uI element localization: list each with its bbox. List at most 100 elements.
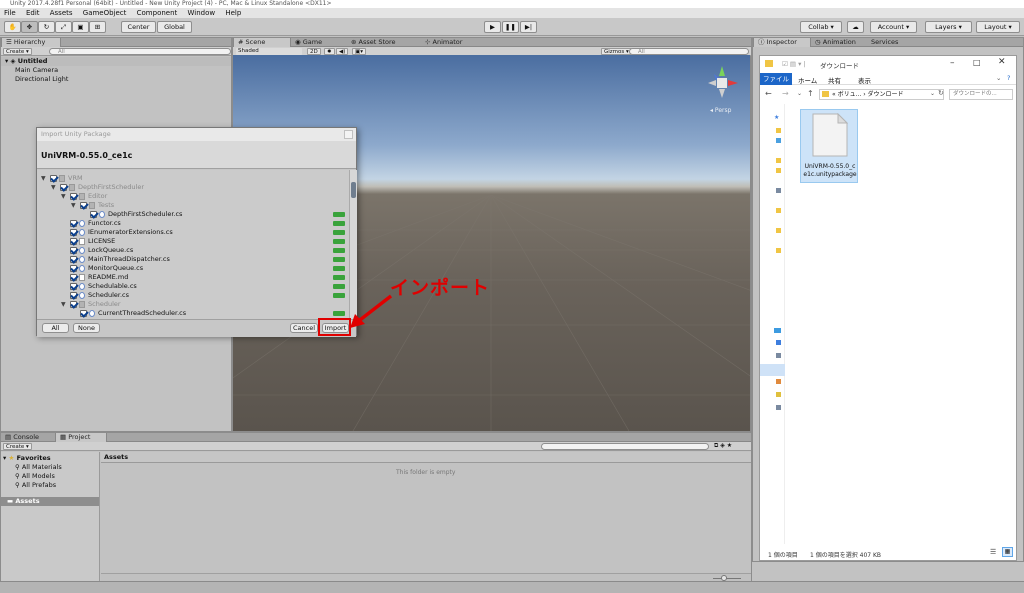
nav-folder-icon[interactable] [776, 405, 781, 410]
hand-tool-icon[interactable]: ✋ [4, 21, 21, 33]
explorer-search-input[interactable]: ダウンロードの... [949, 89, 1013, 100]
details-view-icon[interactable]: ☰ [990, 548, 996, 556]
tree-row[interactable]: IEnumeratorExtensions.cs [37, 228, 347, 237]
expand-arrow-icon[interactable]: ▼ [61, 192, 66, 201]
address-dropdown-icon[interactable]: ⌄ [930, 90, 935, 97]
zoom-slider[interactable] [713, 578, 741, 579]
tab-animation[interactable]: ◷ Animation [811, 38, 867, 47]
include-checkbox[interactable] [50, 175, 57, 182]
play-icon[interactable]: ▶ [484, 21, 501, 33]
tree-row[interactable]: ▼ Editor [37, 192, 347, 201]
step-icon[interactable]: ▶| [520, 21, 537, 33]
include-checkbox[interactable] [90, 211, 97, 218]
include-checkbox[interactable] [70, 238, 77, 245]
shading-mode-dropdown[interactable]: Shaded [236, 48, 302, 55]
include-checkbox[interactable] [70, 220, 77, 227]
refresh-icon[interactable]: ↻ [938, 89, 944, 97]
cloud-icon[interactable]: ☁ [847, 21, 864, 33]
nav-selected-item[interactable] [760, 364, 785, 376]
tree-row[interactable]: README.md [37, 273, 347, 282]
tree-row[interactable]: Scheduler.cs [37, 291, 347, 300]
gizmos-dropdown[interactable]: Gizmos ▾ [601, 48, 632, 55]
hierarchy-item-directional-light[interactable]: Directional Light [15, 75, 68, 83]
scene-gizmo-icon[interactable] [702, 62, 742, 102]
minimize-icon[interactable]: – [950, 58, 955, 68]
layers-dropdown[interactable]: Layers ▾ [925, 21, 972, 33]
effects-icon[interactable]: ▣▾ [352, 48, 366, 55]
maximize-icon[interactable]: □ [973, 58, 981, 67]
include-checkbox[interactable] [70, 283, 77, 290]
audio-icon[interactable]: ◀) [336, 48, 349, 55]
unitypackage-file[interactable]: UniVRM-0.55.0_c e1c.unitypackage [800, 109, 858, 183]
include-checkbox[interactable] [70, 247, 77, 254]
transform-tool-icon[interactable]: ⊞ [89, 21, 106, 33]
nav-folder-icon[interactable] [776, 208, 781, 213]
ribbon-tab-view[interactable]: 表示 [858, 75, 871, 85]
nav-folder-icon[interactable] [776, 188, 781, 193]
include-checkbox[interactable] [70, 274, 77, 281]
quick-access-icon[interactable]: ★ [774, 114, 779, 121]
menu-assets[interactable]: Assets [50, 9, 73, 17]
expand-arrow-icon[interactable]: ▼ [61, 300, 66, 309]
quick-access-icons[interactable]: ☑ ▤ ▾ | [782, 60, 806, 68]
favorites-header[interactable]: ▾ ★ Favorites [3, 454, 51, 462]
scene-root[interactable]: ▾ ◈ Untitled [1, 57, 231, 66]
pivot-center-button[interactable]: Center [121, 21, 156, 33]
nav-folder-icon[interactable] [776, 168, 781, 173]
tab-animator[interactable]: ⊹ Animator [421, 38, 481, 47]
nav-folder-icon[interactable] [776, 158, 781, 163]
hierarchy-search-input[interactable]: All [49, 48, 231, 55]
include-checkbox[interactable] [60, 184, 67, 191]
fav-all-materials[interactable]: ⚲ All Materials [15, 463, 62, 471]
menu-help[interactable]: Help [225, 9, 241, 17]
tree-row[interactable]: DepthFirstScheduler.cs [37, 210, 347, 219]
layout-dropdown[interactable]: Layout ▾ [976, 21, 1020, 33]
scene-search-input[interactable]: All [629, 48, 749, 55]
help-icon[interactable]: ? [1007, 74, 1010, 82]
select-none-button[interactable]: None [73, 323, 100, 333]
up-icon[interactable]: ↑ [807, 89, 814, 98]
large-icons-view-icon[interactable]: ▦ [1002, 547, 1013, 557]
include-checkbox[interactable] [70, 292, 77, 299]
assets-root-item[interactable]: ▬ Assets [1, 497, 99, 506]
ribbon-tab-share[interactable]: 共有 [828, 75, 841, 85]
tree-row[interactable]: ▼ Tests [37, 201, 347, 210]
close-icon[interactable]: ✕ [998, 57, 1006, 67]
tab-services[interactable]: Services [867, 38, 917, 47]
assets-breadcrumb[interactable]: Assets [101, 452, 751, 463]
tab-game[interactable]: ◉ Game [291, 38, 347, 47]
expand-arrow-icon[interactable]: ▼ [51, 183, 56, 192]
account-button[interactable]: Account ▾ [870, 21, 917, 33]
recent-chevron-icon[interactable]: ⌄ [797, 90, 802, 97]
include-checkbox[interactable] [70, 301, 77, 308]
rect-tool-icon[interactable]: ▣ [72, 21, 89, 33]
expand-arrow-icon[interactable]: ▼ [41, 174, 46, 183]
tree-row[interactable]: ▼ DepthFirstScheduler [37, 183, 347, 192]
move-tool-icon[interactable]: ✥ [21, 21, 38, 33]
hierarchy-item-main-camera[interactable]: Main Camera [15, 66, 58, 74]
menu-window[interactable]: Window [188, 9, 216, 17]
collab-button[interactable]: Collab ▾ [800, 21, 842, 33]
mode-2d-button[interactable]: 2D [307, 48, 321, 55]
nav-folder-icon[interactable] [776, 392, 781, 397]
expand-arrow-icon[interactable]: ▼ [71, 201, 76, 210]
include-checkbox[interactable] [70, 229, 77, 236]
nav-folder-icon[interactable] [776, 128, 781, 133]
include-checkbox[interactable] [80, 310, 87, 317]
nav-folder-icon[interactable] [776, 379, 781, 384]
scale-tool-icon[interactable]: ⤢ [55, 21, 72, 33]
tab-hierarchy[interactable]: ☰ Hierarchy [1, 38, 61, 47]
fav-all-models[interactable]: ⚲ All Models [15, 472, 55, 480]
menu-file[interactable]: File [4, 9, 16, 17]
tab-console[interactable]: ▤ Console [1, 433, 53, 442]
tree-row[interactable]: ▼ VRM [37, 174, 347, 183]
hierarchy-create-button[interactable]: Create ▾ [3, 48, 32, 55]
tree-row[interactable]: MainThreadDispatcher.cs [37, 255, 347, 264]
project-search-input[interactable] [541, 443, 709, 450]
cancel-button[interactable]: Cancel [290, 323, 318, 333]
include-checkbox[interactable] [70, 265, 77, 272]
onedrive-icon[interactable] [774, 328, 781, 333]
menu-component[interactable]: Component [137, 9, 178, 17]
back-icon[interactable]: ← [765, 89, 772, 98]
chevron-down-icon[interactable]: ⌄ [996, 74, 1001, 82]
